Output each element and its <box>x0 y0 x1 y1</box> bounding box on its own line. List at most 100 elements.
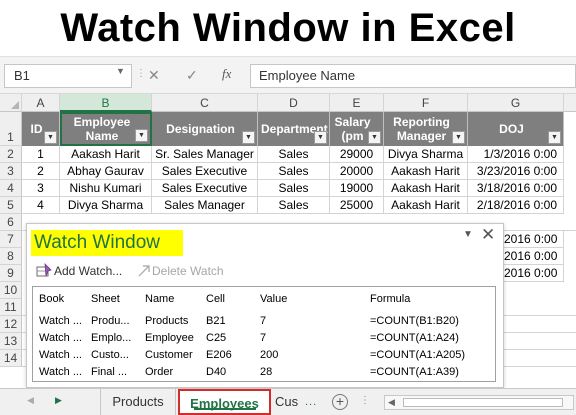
filter-dropdown-icon[interactable]: ▼ <box>135 129 148 142</box>
cell-salary[interactable]: 25000 <box>330 197 384 214</box>
cell-name[interactable]: Divya Sharma <box>60 197 152 214</box>
filter-dropdown-icon[interactable]: ▼ <box>548 131 561 144</box>
cell-id[interactable]: 2 <box>22 163 60 180</box>
cell-salary[interactable]: 19000 <box>330 180 384 197</box>
watch-col-header[interactable]: Book <box>39 293 64 305</box>
cell-salary[interactable]: 20000 <box>330 163 384 180</box>
watch-window-panel[interactable]: Watch Window ▼ ✕ Add Watch... Delete Wat… <box>26 223 504 388</box>
horizontal-scrollbar[interactable]: ◀ <box>384 395 574 410</box>
cell-manager[interactable]: Aakash Harit <box>384 197 468 214</box>
splitter-handle-icon[interactable]: ⋮ <box>360 395 370 406</box>
column-header-f[interactable]: F <box>384 94 468 112</box>
sheet-tab-products[interactable]: Products <box>100 389 176 415</box>
scroll-tabs-left-icon[interactable]: ◀ <box>27 395 34 406</box>
row-header[interactable]: 3 <box>0 163 22 180</box>
column-header-e[interactable]: E <box>330 94 384 112</box>
column-header-c[interactable]: C <box>152 94 258 112</box>
column-header-b[interactable]: B <box>60 94 152 112</box>
cell-designation[interactable]: Sales Executive <box>152 180 258 197</box>
enter-icon[interactable]: ✓ <box>186 67 198 84</box>
scrollbar-thumb[interactable] <box>403 398 563 407</box>
row-header[interactable]: 4 <box>0 180 22 197</box>
watch-col-header[interactable]: Cell <box>206 293 225 305</box>
cell-designation[interactable]: Sr. Sales Manager <box>152 146 258 163</box>
cell-name[interactable]: Abhay Gaurav <box>60 163 152 180</box>
row-header[interactable]: 13 <box>0 333 22 350</box>
row-header[interactable]: 9 <box>0 265 22 282</box>
cell-department[interactable]: Sales <box>258 180 330 197</box>
cell-designation[interactable]: Sales Manager <box>152 197 258 214</box>
watch-col-header[interactable]: Name <box>145 293 174 305</box>
formula-input[interactable]: Employee Name <box>250 64 576 88</box>
name-box[interactable]: B1 <box>4 64 132 88</box>
panel-options-icon[interactable]: ▼ <box>463 229 473 240</box>
filter-dropdown-icon[interactable]: ▼ <box>452 131 465 144</box>
cell-id[interactable]: 4 <box>22 197 60 214</box>
row-header[interactable]: 8 <box>0 248 22 265</box>
header-cell-reporting-manager[interactable]: Reporting Manager ▼ <box>384 112 468 146</box>
column-header-d[interactable]: D <box>258 94 330 112</box>
cell-manager[interactable]: Aakash Harit <box>384 163 468 180</box>
add-sheet-button[interactable]: + <box>332 394 348 410</box>
close-icon[interactable]: ✕ <box>481 225 495 245</box>
row-header[interactable]: 12 <box>0 316 22 333</box>
watch-cell-value: 28 <box>260 366 273 378</box>
sheet-tab-employees[interactable]: Employees <box>178 389 271 415</box>
more-sheets-button[interactable]: ... <box>305 396 317 408</box>
cell-department[interactable]: Sales <box>258 163 330 180</box>
delete-watch-button[interactable]: Delete Watch <box>134 262 230 281</box>
watch-cell-cell: B21 <box>206 315 226 327</box>
watch-list[interactable]: Book Sheet Name Cell Value Formula Watch… <box>32 286 496 382</box>
header-cell-id[interactable]: ID ▼ <box>22 112 60 146</box>
cell-id[interactable]: 3 <box>22 180 60 197</box>
cell-salary[interactable]: 29000 <box>330 146 384 163</box>
cell-doj[interactable]: 3/23/2016 0:00 <box>468 163 564 180</box>
cancel-icon[interactable]: ✕ <box>148 67 160 84</box>
sheet-tab-customers[interactable]: Cus <box>275 389 301 415</box>
row-header[interactable]: 14 <box>0 350 22 367</box>
watch-col-header[interactable]: Sheet <box>91 293 120 305</box>
column-header-next[interactable] <box>564 94 576 112</box>
cell-doj-partial[interactable]: 2016 0:00 <box>504 265 564 282</box>
cell-designation[interactable]: Sales Executive <box>152 163 258 180</box>
header-cell-salary[interactable]: Salary (pm ▼ <box>330 112 384 146</box>
header-cell-department[interactable]: Department ▼ <box>258 112 330 146</box>
row-header[interactable]: 5 <box>0 197 22 214</box>
row-header[interactable]: 6 <box>0 214 22 231</box>
row-header[interactable]: 1 <box>0 112 22 146</box>
filter-dropdown-icon[interactable]: ▼ <box>368 131 381 144</box>
column-header-g[interactable]: G <box>468 94 564 112</box>
select-all-corner[interactable] <box>0 94 22 112</box>
cell-id[interactable]: 1 <box>22 146 60 163</box>
add-watch-button[interactable]: Add Watch... <box>34 262 130 281</box>
header-cell-doj[interactable]: DOJ ▼ <box>468 112 564 146</box>
cell-manager[interactable]: Aakash Harit <box>384 180 468 197</box>
filter-dropdown-icon[interactable]: ▼ <box>44 131 57 144</box>
row-header[interactable]: 2 <box>0 146 22 163</box>
cell-doj[interactable]: 3/18/2016 0:00 <box>468 180 564 197</box>
filter-dropdown-icon[interactable]: ▼ <box>314 131 327 144</box>
row-header[interactable]: 7 <box>0 231 22 248</box>
row-header[interactable]: 11 <box>0 299 22 316</box>
cell-manager[interactable]: Divya Sharma <box>384 146 468 163</box>
cell-name[interactable]: Aakash Harit <box>60 146 152 163</box>
cell-doj-partial[interactable]: 2016 0:00 <box>504 248 564 265</box>
cell-department[interactable]: Sales <box>258 146 330 163</box>
header-cell-designation[interactable]: Designation ▼ <box>152 112 258 146</box>
cell-department[interactable]: Sales <box>258 197 330 214</box>
column-header-a[interactable]: A <box>22 94 60 112</box>
cell-doj-partial[interactable]: 2016 0:00 <box>504 231 564 248</box>
scroll-left-icon[interactable]: ◀ <box>388 397 395 408</box>
resize-dots-icon[interactable]: ⋮ <box>136 68 146 79</box>
cell-name[interactable]: Nishu Kumari <box>60 180 152 197</box>
filter-dropdown-icon[interactable]: ▼ <box>242 131 255 144</box>
chevron-down-icon[interactable]: ▼ <box>116 66 125 76</box>
header-cell-employee-name[interactable]: Employee Name ▼ <box>60 112 152 146</box>
cell-doj[interactable]: 2/18/2016 0:00 <box>468 197 564 214</box>
insert-function-icon[interactable]: fx <box>222 66 231 82</box>
scroll-tabs-right-icon[interactable]: ▶ <box>55 395 62 406</box>
watch-col-header[interactable]: Value <box>260 293 287 305</box>
watch-col-header[interactable]: Formula <box>370 293 410 305</box>
row-header[interactable]: 10 <box>0 282 22 299</box>
cell-doj[interactable]: 1/3/2016 0:00 <box>468 146 564 163</box>
